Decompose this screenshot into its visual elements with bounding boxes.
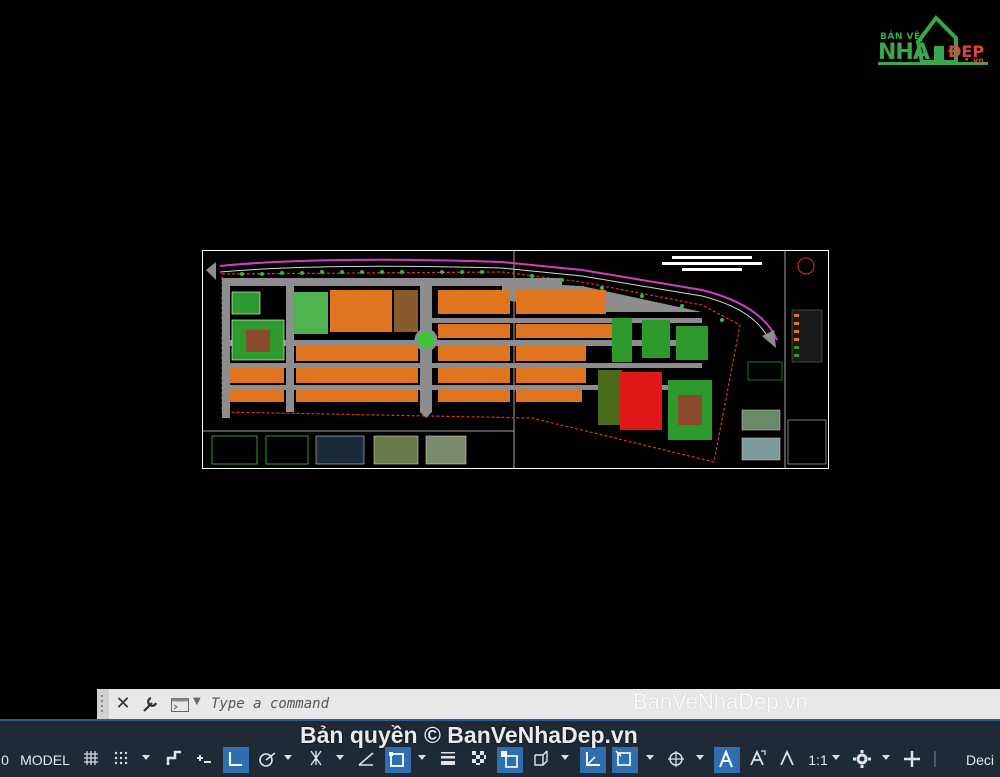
snap-mode-icon[interactable]	[110, 747, 132, 773]
chevron-down-icon[interactable]	[882, 755, 890, 760]
object-snap-icon[interactable]	[385, 747, 411, 773]
logo-vn-text: .vn	[970, 56, 984, 65]
3d-object-snap-icon[interactable]	[530, 747, 552, 773]
chevron-down-icon[interactable]: ▼	[193, 696, 201, 707]
command-input[interactable]	[211, 694, 631, 714]
isometric-drafting-icon[interactable]	[305, 747, 327, 773]
gear-icon[interactable]	[850, 747, 874, 773]
annotation-visibility-icon[interactable]	[714, 747, 740, 773]
chevron-down-icon[interactable]	[142, 755, 150, 760]
dynamic-ucs-icon[interactable]	[580, 747, 606, 773]
status-bar-divider	[0, 719, 1000, 721]
gizmo-icon[interactable]	[664, 747, 688, 773]
infer-constraints-icon[interactable]	[163, 747, 185, 773]
logo-main-text: NHÀ	[878, 40, 930, 65]
command-line-grip[interactable]	[97, 689, 109, 719]
plus-icon[interactable]	[900, 747, 924, 773]
lineweight-icon[interactable]	[437, 747, 459, 773]
chevron-down-icon[interactable]	[646, 755, 654, 760]
polar-tracking-icon[interactable]	[255, 747, 277, 773]
chevron-down-icon[interactable]	[832, 755, 840, 760]
wrench-icon[interactable]	[139, 693, 161, 715]
model-tab-button[interactable]: MODEL	[16, 747, 74, 773]
watermark-center-text: BanVeNhaDep.vn	[633, 689, 808, 714]
status-divider	[930, 747, 938, 773]
grid-icon[interactable]	[80, 747, 102, 773]
chevron-down-icon[interactable]	[284, 755, 292, 760]
auto-scale-icon[interactable]	[746, 747, 768, 773]
units-readout[interactable]: Deci	[966, 747, 1000, 773]
dynamic-input-icon[interactable]	[193, 747, 215, 773]
command-prompt-icon[interactable]	[171, 697, 189, 712]
ortho-mode-icon[interactable]	[223, 747, 249, 773]
watermark-copyright-text: Bản quyền © BanVeNhaDep.vn	[300, 722, 638, 748]
chevron-down-icon[interactable]	[561, 755, 569, 760]
command-line-bar: ✕ ▼	[97, 689, 1000, 719]
selection-cycling-icon[interactable]	[497, 747, 523, 773]
transparency-icon[interactable]	[468, 747, 490, 773]
object-snap-tracking-icon[interactable]	[355, 747, 377, 773]
coordinate-readout: 0	[1, 752, 9, 768]
close-icon[interactable]: ✕	[113, 693, 133, 715]
annotation-scale-value[interactable]: 1:1	[806, 747, 830, 773]
chevron-down-icon[interactable]	[336, 755, 344, 760]
watermark-logo: BẢN VẼ NHÀ ĐẸP .vn	[878, 12, 990, 66]
chevron-down-icon[interactable]	[418, 755, 426, 760]
selection-filtering-icon[interactable]	[612, 747, 638, 773]
site-plan-drawing[interactable]	[202, 250, 829, 469]
annotation-scale-icon[interactable]	[776, 747, 798, 773]
chevron-down-icon[interactable]	[696, 755, 704, 760]
